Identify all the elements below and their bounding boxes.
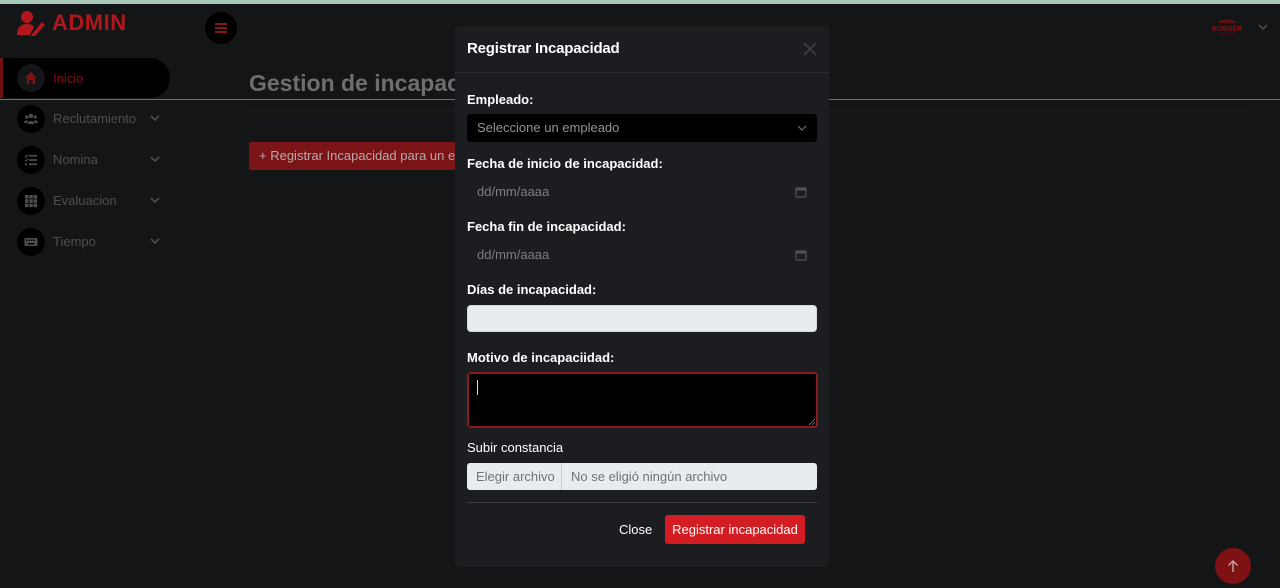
modal-title: Registrar Incapacidad (467, 40, 620, 57)
upload-label: Subir constancia (467, 440, 564, 455)
add-incapacity-button[interactable]: + Registrar Incapacidad para un em (249, 142, 479, 170)
sidebar: Inicio Reclutamiento Nomina Evaluacion T… (0, 58, 172, 262)
sidebar-item-tiempo[interactable]: Tiempo (0, 221, 172, 262)
top-accent-line (0, 0, 1280, 4)
start-date-input[interactable]: dd/mm/aaaa (467, 178, 817, 206)
sidebar-item-inicio[interactable]: Inicio (0, 58, 170, 98)
home-icon (17, 64, 45, 92)
reason-label: Motivo de incapaciidad: (467, 350, 615, 365)
calendar-icon[interactable] (795, 249, 807, 261)
file-status: No se eligió ningún archivo (571, 469, 728, 484)
sidebar-item-label: Reclutamiento (53, 111, 137, 126)
page-title: Gestion de incapac (249, 70, 460, 96)
chevron-down-icon (797, 125, 807, 131)
days-label: Días de incapacidad: (467, 282, 597, 297)
chevron-down-icon (150, 197, 160, 204)
grid-icon (17, 186, 45, 215)
sidebar-item-label: Tiempo (53, 234, 96, 249)
chevron-down-icon (150, 115, 160, 122)
user-avatar[interactable]: BURGER (1210, 16, 1244, 38)
text-caret (477, 380, 478, 395)
register-incapacity-button[interactable]: Registrar incapacidad (665, 515, 805, 544)
modal-header: Registrar Incapacidad (455, 26, 829, 73)
sidebar-item-evaluacion[interactable]: Evaluacion (0, 180, 172, 221)
sidebar-item-nomina[interactable]: Nomina (0, 139, 172, 180)
list-icon (17, 145, 45, 174)
employee-select[interactable]: Seleccione un empleado (467, 114, 817, 142)
keyboard-icon (17, 227, 45, 256)
brand-title: ADMIN (52, 10, 127, 35)
calendar-icon[interactable] (795, 186, 807, 198)
scroll-top-button[interactable] (1215, 548, 1251, 584)
hamburger-icon (215, 23, 227, 33)
admin-user-icon (17, 11, 45, 36)
file-upload-input[interactable]: Elegir archivo No se eligió ningún archi… (467, 463, 817, 490)
employee-label: Empleado: (467, 92, 534, 107)
users-icon (17, 104, 45, 133)
sidebar-item-label: Nomina (53, 152, 98, 167)
start-date-label: Fecha de inicio de incapacidad: (467, 156, 663, 171)
register-incapacity-modal: Registrar Incapacidad Empleado: Seleccio… (455, 26, 829, 567)
menu-toggle-button[interactable] (205, 12, 237, 44)
chevron-down-icon (150, 238, 160, 245)
employee-select-value: Seleccione un empleado (477, 120, 620, 135)
end-date-label: Fecha fin de incapacidad: (467, 219, 626, 234)
close-icon[interactable] (803, 42, 817, 56)
reason-textarea[interactable] (467, 372, 818, 428)
chevron-down-icon (150, 156, 160, 163)
start-date-placeholder: dd/mm/aaaa (477, 184, 550, 199)
footer-divider (467, 502, 817, 503)
close-button[interactable]: Close (619, 522, 652, 537)
choose-file-button[interactable]: Elegir archivo (467, 463, 562, 490)
arrow-up-icon (1228, 560, 1238, 572)
sidebar-item-label: Inicio (53, 70, 84, 86)
end-date-input[interactable]: dd/mm/aaaa (467, 241, 817, 269)
end-date-placeholder: dd/mm/aaaa (477, 247, 550, 262)
brand[interactable]: ADMIN (16, 10, 127, 36)
sidebar-item-reclutamiento[interactable]: Reclutamiento (0, 98, 172, 139)
svg-text:BURGER: BURGER (1212, 26, 1242, 33)
days-input[interactable] (467, 305, 817, 332)
sidebar-item-label: Evaluacion (53, 193, 117, 208)
resize-grip-icon[interactable] (809, 419, 815, 425)
chevron-down-icon[interactable] (1258, 22, 1268, 32)
